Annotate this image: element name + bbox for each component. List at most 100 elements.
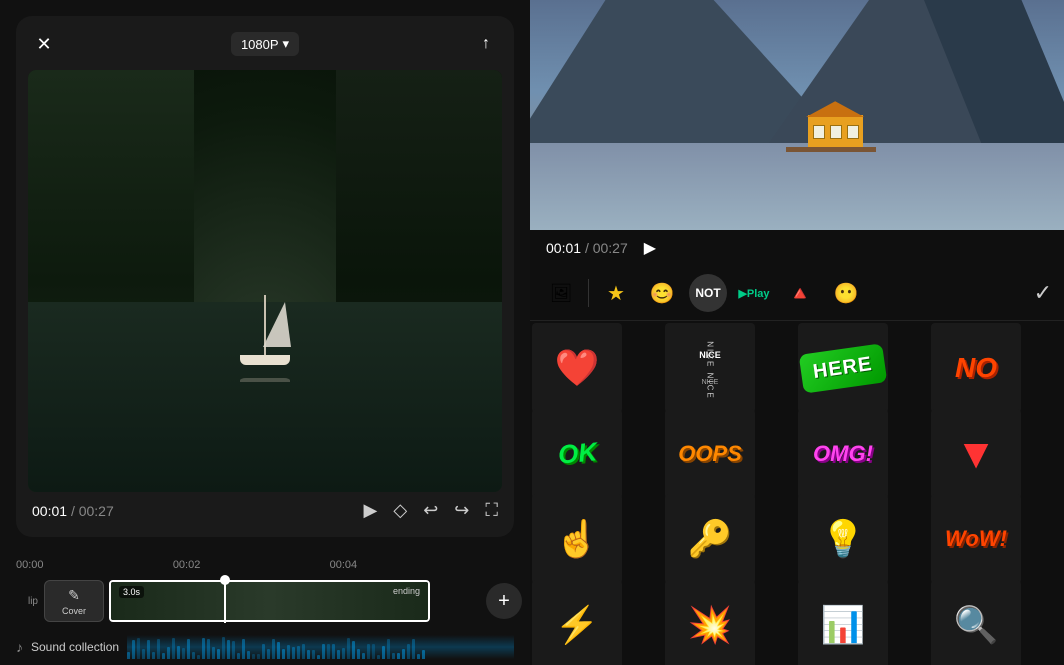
house-window-right — [847, 125, 859, 139]
magnify-sticker-icon: 🔍 — [954, 604, 999, 646]
star-icon: ★ — [607, 281, 625, 306]
omg-sticker-content: OMG! — [813, 441, 873, 467]
track-label: lip — [8, 596, 38, 607]
sticker-toolbar: 🖼 ★ 😊 NOT ▶Play 🔺 😶 ✓ — [530, 266, 1064, 321]
sticker-chart[interactable]: 📊 — [798, 580, 888, 665]
heart-sticker-icon: ❤️ — [555, 347, 600, 389]
face-icon: 😶 — [834, 281, 859, 306]
playback-controls: ▶ ◇ ↩ ↪ ⛶ — [364, 500, 498, 521]
sticker-question[interactable]: 🔑 — [665, 494, 755, 584]
not-tool-button[interactable]: NOT — [689, 274, 727, 312]
question-sticker-icon: 🔑 — [688, 518, 733, 560]
nice-sticker-content: NICE NICE NICE NICE — [675, 344, 745, 392]
toolbar-divider — [588, 279, 589, 307]
lightbulb-sticker-icon: 💡 — [821, 518, 866, 560]
sticker-oops[interactable]: OOPS — [665, 409, 755, 499]
upload-button[interactable]: ↑ — [470, 28, 502, 60]
sound-waveform — [127, 635, 514, 659]
cone-tool-button[interactable]: 🔺 — [781, 274, 819, 312]
right-time-separator: / — [585, 240, 593, 256]
dock — [786, 147, 876, 152]
time-separator: / — [71, 503, 79, 519]
right-play-button[interactable]: ▶ — [644, 238, 656, 258]
clip-end-label: ending — [393, 586, 420, 596]
mountain-center — [764, 0, 984, 150]
right-time-total: 00:27 — [593, 240, 628, 256]
wow-sticker-content: WoW! — [945, 526, 1007, 552]
sticker-arrow-down[interactable]: ▼ — [931, 409, 1021, 499]
ruler-mark-1: 00:02 — [173, 559, 201, 571]
sailboat — [235, 285, 295, 365]
play-tool-button[interactable]: ▶Play — [735, 274, 773, 312]
playhead — [224, 579, 226, 623]
house-roof — [806, 101, 865, 117]
sticker-lightbulb[interactable]: 💡 — [798, 494, 888, 584]
left-video-preview — [28, 70, 502, 492]
sticker-nice-nice[interactable]: NICE NICE NICE NICE — [665, 323, 755, 413]
sticker-grid: ❤️ NICE NICE NICE NICE HERE NO OK OOPS O… — [530, 321, 1064, 665]
chart-sticker-icon: 📊 — [821, 604, 866, 646]
fullscreen-button[interactable]: ⛶ — [485, 500, 498, 521]
yellow-house — [808, 97, 873, 147]
sticker-finger[interactable]: ☝️ — [532, 494, 622, 584]
close-button[interactable]: ✕ — [28, 28, 60, 60]
sticker-ok[interactable]: OK — [532, 409, 622, 499]
time-current: 00:01 — [32, 503, 67, 519]
no-sticker-content: NO — [955, 352, 997, 384]
lightning-sticker-icon: ⚡ — [555, 604, 600, 646]
sticker-wow[interactable]: WoW! — [931, 494, 1021, 584]
right-video-preview — [530, 0, 1064, 230]
emoji-icon: 😊 — [650, 281, 675, 306]
sail — [263, 302, 291, 347]
timeline-tracks: lip ✎ Cover 3.0s ending + — [8, 573, 522, 629]
clip-main-background — [111, 582, 428, 620]
oops-sticker-content: OOPS — [678, 441, 742, 467]
hull — [240, 355, 290, 365]
explosion-sticker-icon: 💥 — [688, 604, 733, 646]
redo-button[interactable]: ↪ — [454, 500, 469, 521]
clip-cover-icon: ✎ — [68, 587, 80, 604]
resolution-button[interactable]: 1080P ▾ — [231, 32, 299, 56]
check-button[interactable]: ✓ — [1034, 280, 1052, 306]
time-display: 00:01 / 00:27 — [32, 503, 114, 519]
check-icon: ✓ — [1034, 280, 1052, 305]
not-label: NOT — [690, 284, 725, 302]
diamond-button[interactable]: ◇ — [393, 500, 407, 521]
play-button[interactable]: ▶ — [364, 500, 378, 521]
face-tool-button[interactable]: 😶 — [827, 274, 865, 312]
clip-main[interactable]: 3.0s ending — [109, 580, 430, 622]
cone-icon: 🔺 — [788, 281, 813, 306]
ok-sticker-content: OK — [556, 436, 598, 470]
editor-toolbar: ✕ 1080P ▾ ↑ — [28, 28, 502, 60]
finger-sticker-icon: ☝️ — [555, 518, 600, 560]
add-clip-button[interactable]: + — [486, 583, 522, 619]
sticker-heart[interactable]: ❤️ — [532, 323, 622, 413]
sticker-magnify[interactable]: 🔍 — [931, 580, 1021, 665]
right-time-display: 00:01 / 00:27 — [546, 240, 628, 256]
here-sticker-content: HERE — [799, 343, 887, 393]
ruler-mark-2: 00:04 — [330, 559, 358, 571]
sound-icon: ♪ — [16, 639, 23, 655]
sticker-lightning[interactable]: ⚡ — [532, 580, 622, 665]
right-panel: 00:01 / 00:27 ▶ 🖼 ★ 😊 NOT ▶Play 🔺 😶 — [530, 0, 1064, 665]
water-fjord — [530, 143, 1064, 230]
sticker-explosion[interactable]: 💥 — [665, 580, 755, 665]
undo-button[interactable]: ↩ — [423, 500, 438, 521]
image-icon: 🖼 — [550, 283, 573, 304]
right-video-background — [530, 0, 1064, 230]
sticker-here[interactable]: HERE — [798, 323, 888, 413]
timeline-area: 00:00 00:02 00:04 00:06 lip ✎ Cover 3.0s… — [0, 553, 530, 665]
ruler-mark-0: 00:00 — [16, 559, 44, 571]
sticker-omg[interactable]: OMG! — [798, 409, 888, 499]
sticker-no[interactable]: NO — [931, 323, 1021, 413]
image-tool-button[interactable]: 🖼 — [542, 274, 580, 312]
video-preview-background — [28, 70, 502, 492]
emoji-tool-button[interactable]: 😊 — [643, 274, 681, 312]
right-time-current: 00:01 — [546, 240, 581, 256]
timeline-ruler: 00:00 00:02 00:04 00:06 — [8, 557, 522, 573]
sound-collection-label: Sound collection — [31, 640, 119, 654]
star-tool-button[interactable]: ★ — [597, 274, 635, 312]
clip-cover[interactable]: ✎ Cover — [44, 580, 104, 622]
track-clips: ✎ Cover 3.0s ending — [44, 579, 480, 623]
house-window-center — [830, 125, 842, 139]
